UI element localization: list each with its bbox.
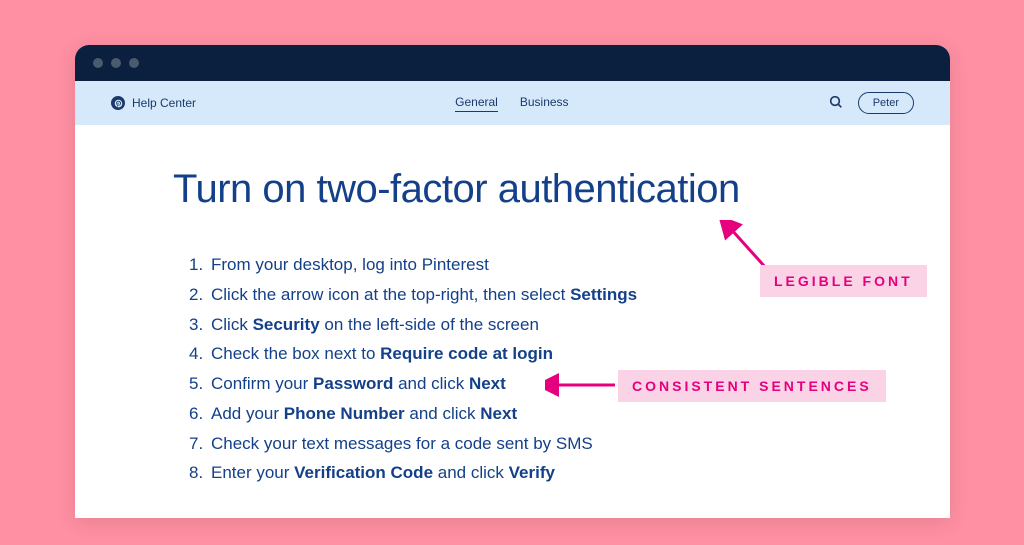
list-item: Click the arrow icon at the top-right, t… xyxy=(211,280,852,310)
page-title: Turn on two-factor authentication xyxy=(173,167,852,212)
window-control-zoom[interactable] xyxy=(129,58,139,68)
steps-list: From your desktop, log into Pinterest Cl… xyxy=(173,250,852,488)
article-content: Turn on two-factor authentication From y… xyxy=(75,125,950,518)
tab-general[interactable]: General xyxy=(455,95,498,112)
tab-business[interactable]: Business xyxy=(520,95,569,112)
nav-right: Peter xyxy=(828,92,914,114)
nav-tabs: General Business xyxy=(196,95,828,112)
help-center-label: Help Center xyxy=(132,96,196,110)
annotation-consistent-sentences: CONSISTENT SENTENCES xyxy=(618,370,886,402)
list-item: Click Security on the left-side of the s… xyxy=(211,310,852,340)
window-control-minimize[interactable] xyxy=(111,58,121,68)
window-title-bar xyxy=(75,45,950,81)
pinterest-logo-icon xyxy=(111,96,125,110)
list-item: From your desktop, log into Pinterest xyxy=(211,250,852,280)
search-icon[interactable] xyxy=(828,94,844,113)
nav-brand[interactable]: Help Center xyxy=(111,96,196,110)
list-item: Check the box next to Require code at lo… xyxy=(211,339,852,369)
user-pill[interactable]: Peter xyxy=(858,92,914,114)
annotation-legible-font: LEGIBLE FONT xyxy=(760,265,927,297)
list-item: Add your Phone Number and click Next xyxy=(211,399,852,429)
top-nav: Help Center General Business Peter xyxy=(75,81,950,125)
window-control-close[interactable] xyxy=(93,58,103,68)
list-item: Enter your Verification Code and click V… xyxy=(211,458,852,488)
list-item: Check your text messages for a code sent… xyxy=(211,429,852,459)
